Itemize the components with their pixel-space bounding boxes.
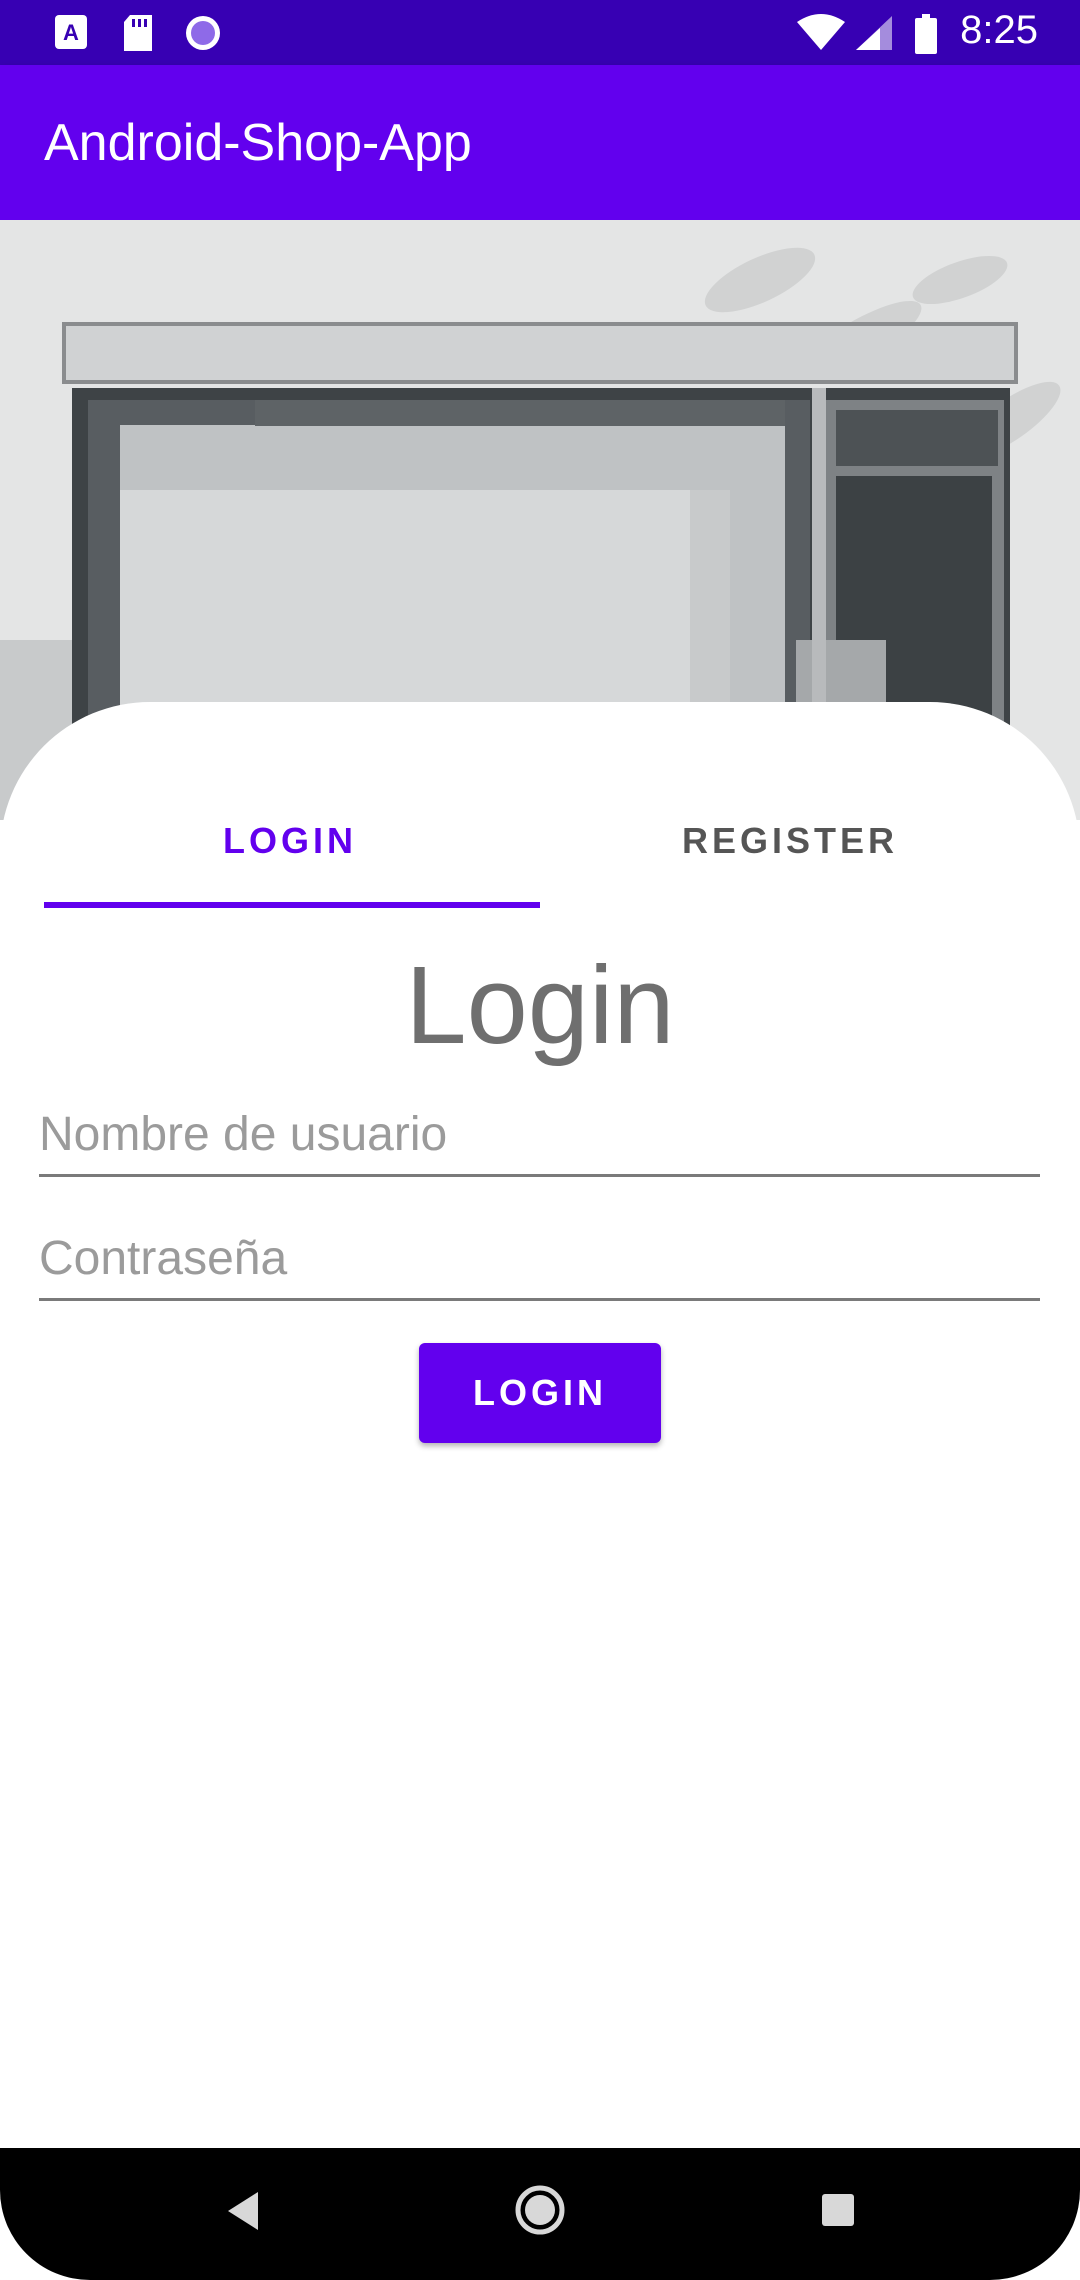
clock: 8:25 <box>960 8 1038 52</box>
wifi-icon <box>797 14 845 50</box>
battery-icon <box>915 14 937 54</box>
back-icon[interactable] <box>222 2188 262 2234</box>
tab-login[interactable]: LOGIN <box>20 820 560 862</box>
login-button[interactable]: LOGIN <box>419 1343 661 1443</box>
signal-icon <box>856 16 892 50</box>
password-field[interactable] <box>39 1218 1040 1301</box>
app-title: Android-Shop-App <box>44 114 472 172</box>
recents-icon[interactable] <box>820 2192 856 2228</box>
page-title: Login <box>405 944 675 1067</box>
username-field[interactable] <box>39 1094 1040 1177</box>
tab-indicator <box>44 902 540 908</box>
sync-icon <box>186 16 220 50</box>
svg-text:A: A <box>63 20 79 45</box>
navigation-bar <box>0 2148 1080 2280</box>
sd-card-icon <box>124 15 152 51</box>
tab-register[interactable]: REGISTER <box>520 820 1060 862</box>
a-notification-icon: A <box>55 15 87 49</box>
status-bar: A 8:25 <box>0 0 1080 65</box>
app-bar: Android-Shop-App <box>0 65 1080 220</box>
auth-card: LOGIN REGISTER Login LOGIN <box>0 702 1080 2148</box>
home-icon[interactable] <box>514 2184 566 2236</box>
